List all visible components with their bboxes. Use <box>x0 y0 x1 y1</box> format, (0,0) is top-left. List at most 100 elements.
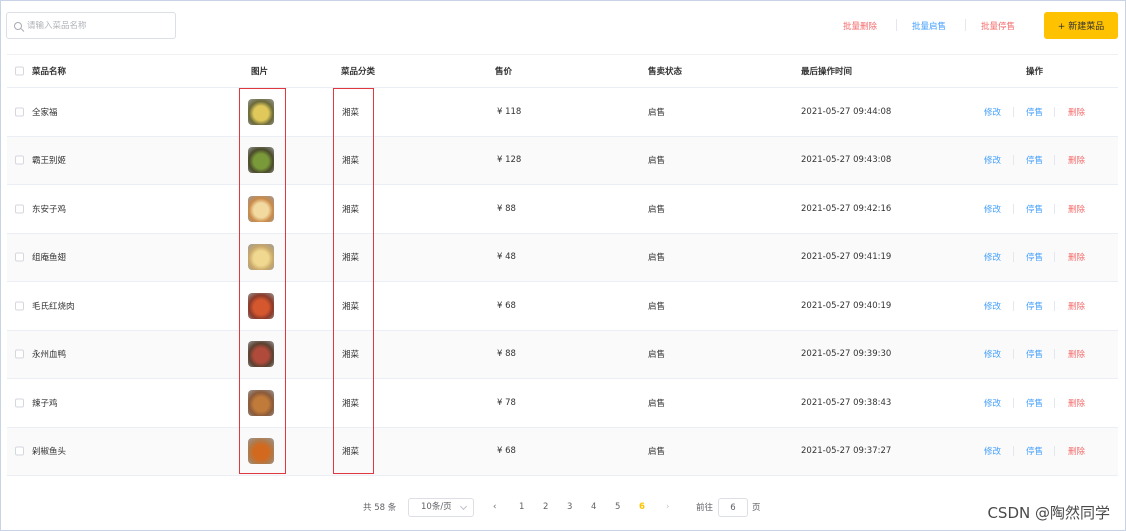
dish-status: 启售 <box>648 156 666 167</box>
goto-label: 前往 <box>696 503 714 513</box>
goto-page-input[interactable] <box>718 498 748 517</box>
row-checkbox[interactable] <box>15 252 24 262</box>
delete-button[interactable]: 删除 <box>1068 154 1085 166</box>
delete-button[interactable]: 删除 <box>1068 348 1085 360</box>
watermark: CSDN @陶然同学 <box>987 504 1110 522</box>
dish-image <box>248 292 274 319</box>
column-header-actions: 操作 <box>1026 67 1044 77</box>
dish-name: 组庵鱼翅 <box>32 253 67 264</box>
action-divider <box>1054 349 1055 360</box>
table-row: 全家福 湘菜 ¥ 118 启售 2021-05-27 09:44:08 修改 停… <box>7 88 1118 137</box>
pagination-total: 共 58 条 <box>363 503 397 513</box>
dish-updated-time: 2021-05-27 09:44:08 <box>801 106 892 117</box>
dish-name: 剁椒鱼头 <box>32 447 67 458</box>
add-dish-button[interactable]: + 新建菜品 <box>1044 12 1118 39</box>
dish-price: ¥ 118 <box>497 106 522 117</box>
dish-status: 启售 <box>648 398 666 409</box>
edit-button[interactable]: 修改 <box>984 445 1001 457</box>
page-number[interactable]: 5 <box>615 502 620 512</box>
action-divider <box>1054 252 1055 263</box>
delete-button[interactable]: 删除 <box>1068 300 1085 312</box>
action-divider <box>1013 106 1014 117</box>
row-checkbox[interactable] <box>15 155 24 165</box>
edit-button[interactable]: 修改 <box>984 348 1001 360</box>
toggle-sale-button[interactable]: 停售 <box>1026 154 1043 166</box>
dish-updated-time: 2021-05-27 09:40:19 <box>801 300 892 311</box>
dish-price: ¥ 88 <box>497 349 516 360</box>
delete-button[interactable]: 删除 <box>1068 203 1085 215</box>
dish-status: 启售 <box>648 253 666 264</box>
action-divider <box>1013 252 1014 263</box>
edit-button[interactable]: 修改 <box>984 251 1001 263</box>
batch-enable-button[interactable]: 批量启售 <box>912 20 946 32</box>
row-checkbox[interactable] <box>15 349 24 359</box>
chevron-right-icon[interactable]: › <box>666 502 669 512</box>
edit-button[interactable]: 修改 <box>984 300 1001 312</box>
dish-category: 湘菜 <box>342 156 360 167</box>
select-all-checkbox[interactable] <box>15 66 24 76</box>
column-header-image: 图片 <box>251 67 269 77</box>
dish-category: 湘菜 <box>342 204 360 215</box>
table-row: 剁椒鱼头 湘菜 ¥ 68 启售 2021-05-27 09:37:27 修改 停… <box>7 427 1118 476</box>
table-header: 菜品名称 图片 菜品分类 售价 售卖状态 最后操作时间 操作 <box>7 54 1118 88</box>
dish-updated-time: 2021-05-27 09:42:16 <box>801 203 892 214</box>
toggle-sale-button[interactable]: 停售 <box>1026 300 1043 312</box>
edit-button[interactable]: 修改 <box>984 203 1001 215</box>
dish-category: 湘菜 <box>342 350 360 361</box>
action-divider <box>1013 155 1014 166</box>
delete-button[interactable]: 删除 <box>1068 251 1085 263</box>
dish-updated-time: 2021-05-27 09:41:19 <box>801 252 892 263</box>
toolbar-divider <box>965 19 966 31</box>
action-divider <box>1054 397 1055 408</box>
dish-image <box>248 389 274 416</box>
dish-name: 东安子鸡 <box>32 204 67 215</box>
dish-table: 菜品名称 图片 菜品分类 售价 售卖状态 最后操作时间 操作 全家福 湘菜 ¥ … <box>7 54 1118 476</box>
page-number[interactable]: 1 <box>519 502 524 512</box>
action-divider <box>1054 106 1055 117</box>
dish-price: ¥ 88 <box>497 203 516 214</box>
toggle-sale-button[interactable]: 停售 <box>1026 348 1043 360</box>
page-number[interactable]: 3 <box>567 502 572 512</box>
dish-price: ¥ 48 <box>497 252 516 263</box>
delete-button[interactable]: 删除 <box>1068 106 1085 118</box>
toolbar-divider <box>896 19 897 31</box>
dish-status: 启售 <box>648 350 666 361</box>
search-input[interactable] <box>27 20 167 31</box>
dish-image <box>248 147 274 174</box>
row-checkbox[interactable] <box>15 301 24 311</box>
row-checkbox[interactable] <box>15 204 24 214</box>
toggle-sale-button[interactable]: 停售 <box>1026 445 1043 457</box>
dish-status: 启售 <box>648 107 666 118</box>
page-number[interactable]: 4 <box>591 502 596 512</box>
action-divider <box>1013 349 1014 360</box>
row-checkbox[interactable] <box>15 107 24 117</box>
toggle-sale-button[interactable]: 停售 <box>1026 106 1043 118</box>
edit-button[interactable]: 修改 <box>984 154 1001 166</box>
row-checkbox[interactable] <box>15 398 24 408</box>
page-size-select[interactable]: 10条/页 <box>408 498 474 517</box>
page-number[interactable]: 2 <box>543 502 548 512</box>
table-row: 霸王别姬 湘菜 ¥ 128 启售 2021-05-27 09:43:08 修改 … <box>7 136 1118 185</box>
dish-image <box>248 244 274 271</box>
action-divider <box>1013 300 1014 311</box>
batch-delete-button[interactable]: 批量删除 <box>843 20 877 32</box>
search-box[interactable] <box>6 12 176 39</box>
action-divider <box>1013 397 1014 408</box>
delete-button[interactable]: 删除 <box>1068 397 1085 409</box>
column-header-updated: 最后操作时间 <box>801 67 853 77</box>
row-checkbox[interactable] <box>15 446 24 456</box>
page-number[interactable]: 6 <box>639 502 645 512</box>
column-header-status: 售卖状态 <box>648 67 683 77</box>
dish-image <box>248 341 274 368</box>
dish-price: ¥ 128 <box>497 155 522 166</box>
toggle-sale-button[interactable]: 停售 <box>1026 203 1043 215</box>
delete-button[interactable]: 删除 <box>1068 445 1085 457</box>
edit-button[interactable]: 修改 <box>984 397 1001 409</box>
batch-disable-button[interactable]: 批量停售 <box>981 20 1015 32</box>
edit-button[interactable]: 修改 <box>984 106 1001 118</box>
chevron-left-icon[interactable]: ‹ <box>493 502 496 512</box>
toggle-sale-button[interactable]: 停售 <box>1026 251 1043 263</box>
toggle-sale-button[interactable]: 停售 <box>1026 397 1043 409</box>
dish-price: ¥ 68 <box>497 300 516 311</box>
dish-image <box>248 98 274 125</box>
